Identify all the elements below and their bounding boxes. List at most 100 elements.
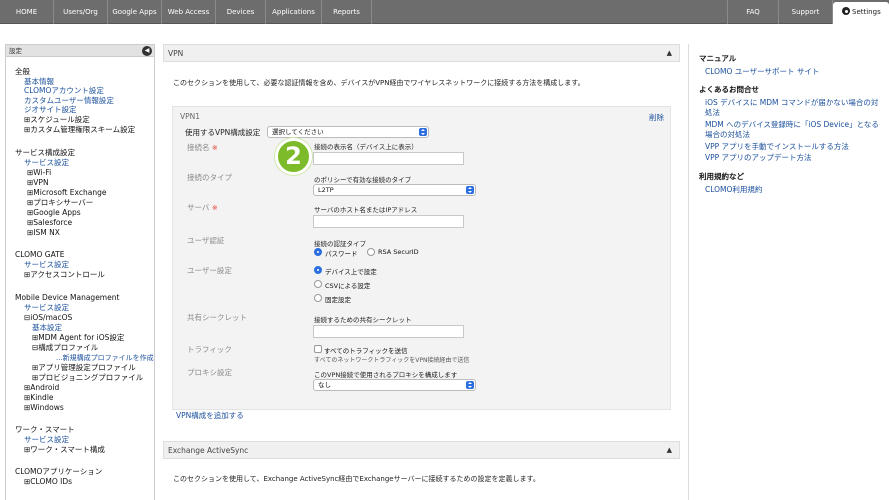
user-auth-label: ユーザ認証 [187,236,225,245]
select-arrows-icon [419,128,427,136]
connection-name-input[interactable] [313,152,464,165]
sidebar-item-label: カスタム管理権限スキーム設定 [30,125,136,134]
sidebar-item-label: 構成プロファイル [38,343,99,352]
radio-csv-label: CSVによる設定 [325,282,371,290]
sidebar-item-work-smart-config[interactable]: ⊞ワーク・スマート構成 [24,445,105,455]
sidebar-item-label: Kindle [30,393,54,402]
sidebar-link-clomo-account[interactable]: CLOMOアカウント設定 [24,86,104,96]
sidebar-link-geosite[interactable]: ジオサイト設定 [24,105,77,115]
proxy-select[interactable]: なし [313,379,476,391]
sidebar-item-config-profile[interactable]: ⊟構成プロファイル [32,343,98,353]
sidebar-link-ios-basic[interactable]: 基本設定 [32,323,62,333]
sidebar-item-google-apps[interactable]: ⊞Google Apps [27,208,81,218]
faq-link-ios-device-cont[interactable]: 場合の対処法 [705,129,750,140]
sidebar-item-proxy[interactable]: ⊞プロキシサーバー [27,198,93,208]
collapse-up-icon[interactable]: ▲ [667,442,672,459]
nav-web-access[interactable]: Web Access [162,0,216,24]
nav-home[interactable]: HOME [0,0,54,24]
sidebar-item-label: iOS/macOS [30,313,73,322]
sidebar-link-mdm-service[interactable]: サービス設定 [24,303,69,313]
sidebar-item-wifi[interactable]: ⊞Wi-Fi [27,168,51,178]
sidebar-item-access-control[interactable]: ⊞アクセスコントロール [24,270,105,280]
radio-rsa-securid[interactable] [367,248,375,256]
vpn-config-select[interactable]: 選択してください [267,126,429,138]
sidebar-item-ios-macos[interactable]: ⊟iOS/macOS [24,313,72,323]
sidebar-group-service: サービス構成設定 [15,148,75,157]
sidebar-item-salesforce[interactable]: ⊞Salesforce [27,218,72,228]
nav-support[interactable]: Support [779,0,833,24]
sidebar-link-new-profile[interactable]: ...新規構成プロファイルを作成 [56,353,154,363]
sidebar-link-service-settings[interactable]: サービス設定 [24,158,69,168]
nav-faq[interactable]: FAQ [727,0,779,24]
sidebar-item-label: Microsoft Exchange [33,188,107,197]
sidebar-collapse-icon[interactable]: ◀ [142,46,152,56]
sidebar-item-windows[interactable]: ⊞Windows [24,403,64,413]
nav-google-apps[interactable]: Google Apps [108,0,162,24]
sidebar-item-mdm-agent[interactable]: ⊞MDM Agent for iOS設定 [32,333,124,343]
vpn1-title: VPN1 [180,112,201,121]
exchange-section-header[interactable]: Exchange ActiveSync ▲ [163,441,680,459]
nav-reports[interactable]: Reports [322,0,372,24]
sidebar-item-vpn[interactable]: ⊞VPN [27,178,49,188]
help-sidebar: マニュアル CLOMO ユーザーサポート サイト よくあるお問合せ iOS デバ… [688,44,889,500]
nav-applications[interactable]: Applications [266,0,322,24]
nav-users-org[interactable]: Users/Org [54,0,108,24]
sidebar-item-custom-admin[interactable]: ⊞カスタム管理権限スキーム設定 [24,125,135,135]
faq-link-mdm-command-cont[interactable]: 処法 [705,107,720,118]
vpn-config-label: 使用するVPN構成設定 [185,128,261,137]
connection-type-value: L2TP [318,186,334,194]
sidebar-item-label: MDM Agent for iOS設定 [38,333,125,342]
sidebar-item-label: ワーク・スマート構成 [30,445,105,454]
support-site-link[interactable]: CLOMO ユーザーサポート サイト [705,66,819,77]
faq-link-mdm-command[interactable]: iOS デバイスに MDM コマンドが届かない場合の対 [705,97,878,108]
terms-link[interactable]: CLOMO利用規約 [705,184,762,195]
connection-type-description: のポリシーで有効な接続のタイプ [314,176,412,184]
sidebar-item-label: アプリ管理設定プロファイル [38,363,136,372]
sidebar-item-label: VPN [33,178,49,187]
sidebar-link-work-service[interactable]: サービス設定 [24,435,69,445]
nav-devices[interactable]: Devices [216,0,266,24]
sidebar-item-android[interactable]: ⊞Android [24,383,59,393]
step-badge: 2 [275,138,312,175]
send-all-traffic-checkbox[interactable] [314,345,322,353]
faq-link-vpp-install[interactable]: VPP アプリを手動でインストールする方法 [705,141,849,152]
sidebar-item-clomo-ids[interactable]: ⊞CLOMO IDs [24,477,72,487]
radio-fixed[interactable] [314,294,322,302]
vpn-section-description: このセクションを使用して、必要な認証情報を含め、デバイスがVPN経由でワイヤレス… [173,79,585,87]
proxy-description: このVPN接続で使用されるプロキシを構成します [314,371,458,379]
delete-link[interactable]: 削除 [649,112,664,123]
sidebar-item-label: プロキシサーバー [33,198,94,207]
nav-settings-tab[interactable]: Settings [833,2,889,25]
shared-secret-input[interactable] [313,325,464,338]
radio-fixed-label: 固定設定 [325,296,351,304]
server-input[interactable] [313,215,464,228]
sidebar-item-exchange[interactable]: ⊞Microsoft Exchange [27,188,106,198]
sidebar-item-ism-nx[interactable]: ⊞ISM NX [27,228,60,238]
user-setting-label: ユーザー設定 [187,266,232,275]
sidebar-item-provisioning-profile[interactable]: ⊞プロビジョニングプロファイル [32,373,143,383]
radio-csv[interactable] [314,280,322,288]
sidebar-item-label: スケジュール設定 [30,115,90,124]
terms-heading: 利用規約など [699,172,744,181]
vpn-section-title: VPN [168,49,184,58]
radio-password[interactable] [314,248,322,256]
faq-link-vpp-update[interactable]: VPP アプリのアップデート方法 [705,152,812,163]
add-vpn-config-link[interactable]: VPN構成を追加する [176,410,244,421]
sidebar-link-gate-service[interactable]: サービス設定 [24,260,69,270]
main-content: VPN ▲ このセクションを使用して、必要な認証情報を含め、デバイスがVPN経由… [163,44,680,500]
select-arrows-icon [466,381,474,389]
proxy-value: なし [318,381,331,389]
collapse-up-icon[interactable]: ▲ [667,45,672,62]
vpn-section-header[interactable]: VPN ▲ [163,44,680,62]
sidebar-item-app-mgmt-profile[interactable]: ⊞アプリ管理設定プロファイル [32,363,136,373]
sidebar-item-schedule[interactable]: ⊞スケジュール設定 [24,115,90,125]
settings-sidebar: 設定 ◀ 全般 基本情報 CLOMOアカウント設定 カスタムユーザー情報設定 ジ… [5,44,155,500]
vpn1-panel: VPN1 削除 使用するVPN構成設定 選択してください 接続名 ※ 接続の表示… [172,106,671,410]
sidebar-group-mdm: Mobile Device Management [15,293,120,302]
server-label: サーバ ※ [187,202,218,213]
radio-on-device[interactable] [314,266,322,274]
connection-type-select[interactable]: L2TP [313,184,476,196]
radio-rsa-securid-label: RSA SecurID [378,248,419,256]
vpn-config-value: 選択してください [272,128,324,136]
sidebar-item-kindle[interactable]: ⊞Kindle [24,393,54,403]
